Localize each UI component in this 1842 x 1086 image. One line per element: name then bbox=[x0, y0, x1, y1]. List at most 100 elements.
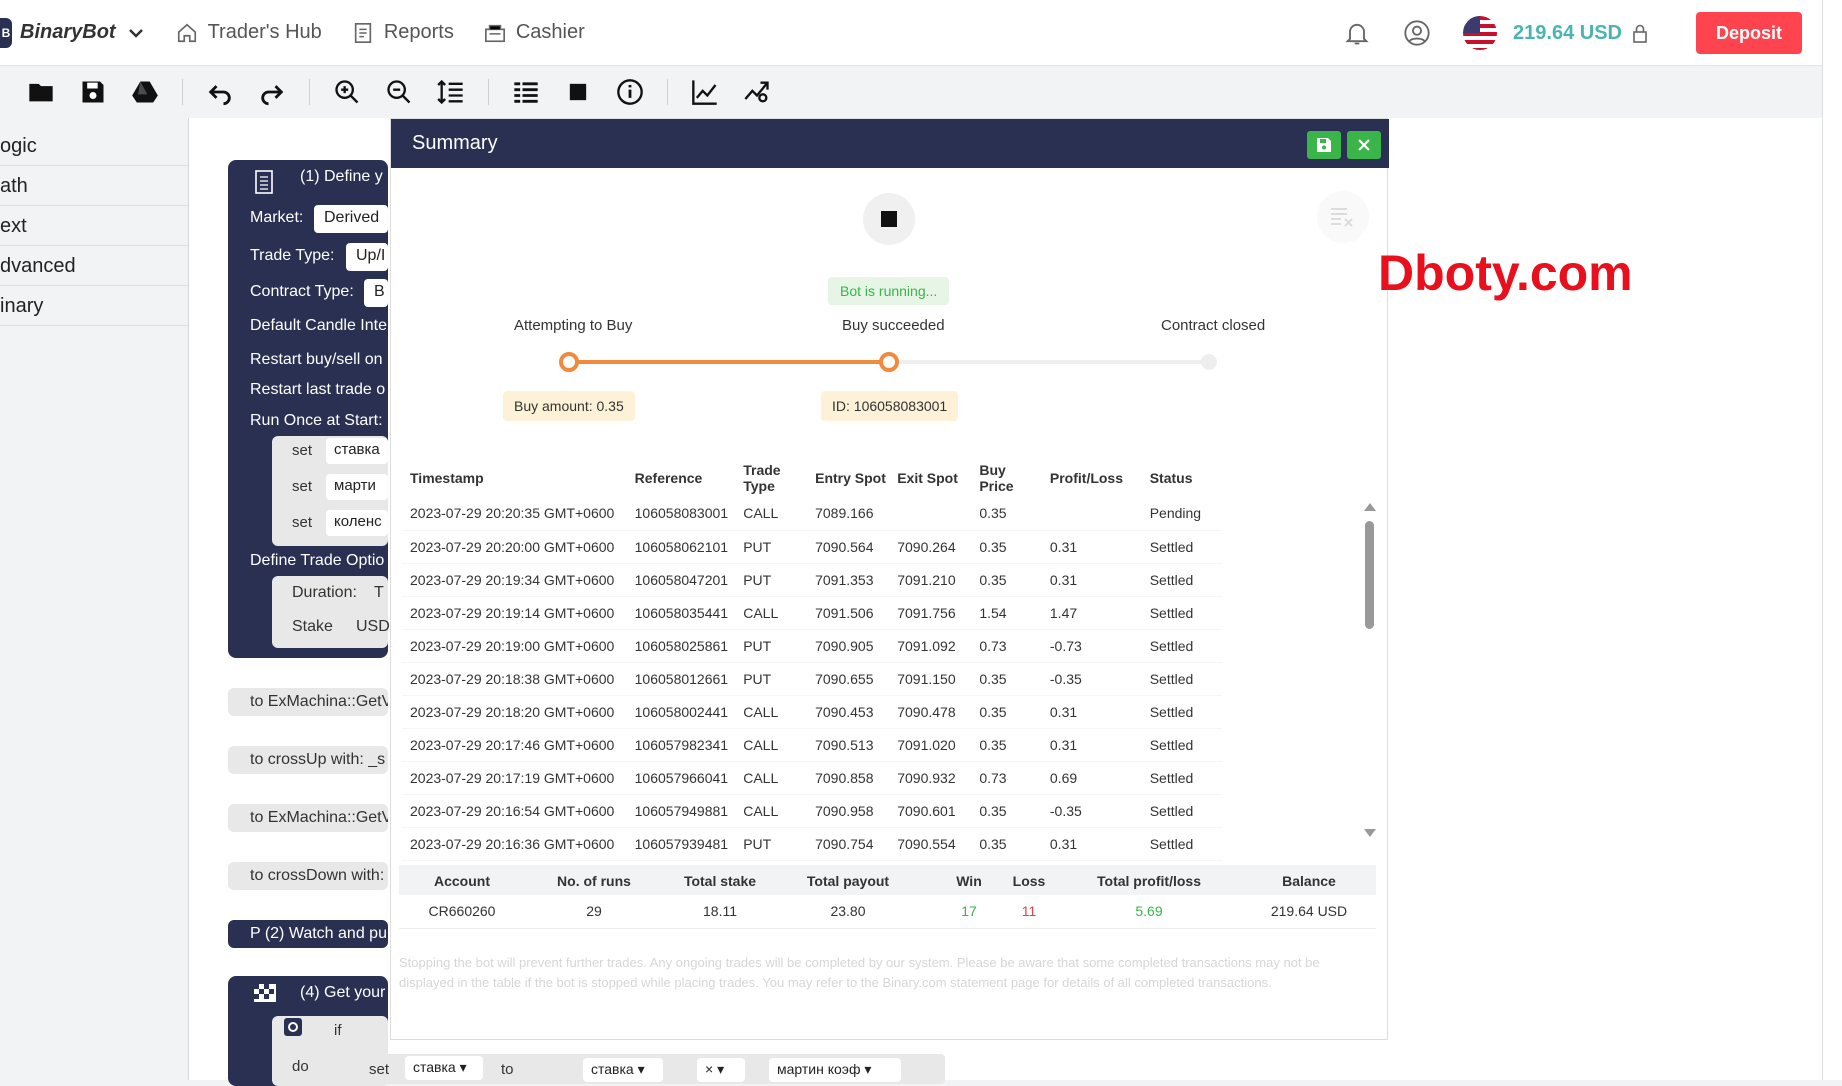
deposit-button[interactable]: Deposit bbox=[1696, 12, 1802, 54]
zoom-out-icon[interactable] bbox=[384, 77, 414, 107]
watch-and-purchase-block[interactable]: P (2) Watch and pu bbox=[228, 920, 388, 948]
chevron-down-icon[interactable] bbox=[126, 23, 146, 43]
table-row[interactable]: 2023-07-29 20:19:34 GMT+0600 106058047201… bbox=[402, 563, 1222, 597]
stop-bot-button[interactable] bbox=[863, 193, 915, 245]
open-folder-icon[interactable] bbox=[26, 77, 56, 107]
col-runs: No. of runs bbox=[557, 873, 631, 889]
nav-cashier[interactable]: Cashier bbox=[484, 21, 585, 44]
brand-menu[interactable]: B BinaryBot bbox=[0, 17, 146, 48]
toggle-logs-icon[interactable] bbox=[511, 77, 541, 107]
entry-spot-cell: 7090.905 bbox=[807, 629, 890, 663]
total-stake: 18.11 bbox=[703, 903, 737, 919]
scroll-up-arrow[interactable] bbox=[1364, 503, 1376, 511]
variable-dropdown[interactable]: ставка ▾ bbox=[405, 1056, 483, 1080]
info-icon[interactable] bbox=[615, 77, 645, 107]
chart-icon[interactable] bbox=[690, 77, 720, 107]
nav-reports[interactable]: Reports bbox=[352, 21, 454, 44]
trade-type-cell: PUT bbox=[735, 629, 808, 663]
trade-parameters-block[interactable]: (1) Define y Market: Derived Trade Type:… bbox=[228, 160, 390, 658]
gear-icon[interactable] bbox=[284, 1018, 302, 1036]
variable-dropdown[interactable]: ставка bbox=[326, 438, 388, 464]
exit-spot-cell: 7091.150 bbox=[889, 662, 972, 696]
scroll-down-arrow[interactable] bbox=[1364, 829, 1376, 837]
stop-icon[interactable] bbox=[563, 77, 593, 107]
col-status: Status bbox=[1149, 470, 1193, 486]
account-balance[interactable]: 219.64 USD bbox=[1513, 22, 1622, 45]
variable-dropdown[interactable]: марти bbox=[326, 474, 388, 500]
undo-icon[interactable] bbox=[205, 77, 235, 107]
table-row[interactable]: 2023-07-29 20:16:54 GMT+0600 106057949881… bbox=[402, 794, 1222, 828]
totals-table: Account No. of runs Total stake Total pa… bbox=[399, 865, 1376, 929]
user-icon[interactable] bbox=[1403, 19, 1431, 47]
buy-price-cell: 0.35 bbox=[971, 563, 1042, 597]
profit-loss-cell: 0.31 bbox=[1041, 695, 1142, 729]
restart-last-trade-label: Restart last trade o bbox=[250, 381, 386, 398]
status-cell: Settled bbox=[1141, 563, 1222, 597]
buy-price-cell: 0.35 bbox=[971, 662, 1042, 696]
set-keyword: set bbox=[369, 1061, 390, 1078]
profit-loss-cell: -0.35 bbox=[1041, 662, 1142, 696]
table-row[interactable]: 2023-07-29 20:16:36 GMT+0600 106057939481… bbox=[402, 827, 1222, 861]
buy-price-cell: 1.54 bbox=[971, 596, 1042, 630]
rearrange-icon[interactable] bbox=[436, 77, 466, 107]
table-row[interactable]: 2023-07-29 20:20:00 GMT+0600 106058062101… bbox=[402, 530, 1222, 564]
nav-label: Reports bbox=[383, 21, 454, 43]
download-button[interactable] bbox=[1307, 131, 1341, 159]
clear-stats-button[interactable] bbox=[1317, 191, 1369, 243]
toolbar-divider bbox=[309, 79, 310, 105]
trading-view-icon[interactable] bbox=[742, 77, 772, 107]
bell-icon[interactable] bbox=[1343, 19, 1371, 47]
contract-id-tag[interactable]: ID: 106058083001 bbox=[821, 391, 959, 421]
function-block[interactable]: to crossDown with: bbox=[228, 862, 388, 890]
scrollbar-thumb[interactable] bbox=[1365, 521, 1374, 629]
entry-spot-cell: 7090.655 bbox=[807, 662, 890, 696]
reports-icon bbox=[354, 22, 371, 43]
table-row[interactable]: 2023-07-29 20:19:14 GMT+0600 106058035441… bbox=[402, 596, 1222, 630]
timestamp-cell: 2023-07-29 20:19:00 GMT+0600 bbox=[402, 629, 627, 663]
status-cell: Pending bbox=[1141, 497, 1222, 531]
buy-price-cell: 0.35 bbox=[971, 530, 1042, 564]
category-logic[interactable]: ogic bbox=[0, 126, 188, 166]
category-advanced[interactable]: dvanced bbox=[0, 246, 188, 286]
buy-price-cell: 0.73 bbox=[971, 629, 1042, 663]
table-header-row: Timestamp Reference Trade Type Entry Spo… bbox=[402, 459, 1222, 497]
buy-price-cell: 0.73 bbox=[971, 761, 1042, 795]
nav-traders-hub[interactable]: Trader's Hub bbox=[176, 21, 322, 44]
table-row[interactable]: 2023-07-29 20:19:00 GMT+0600 106058025861… bbox=[402, 629, 1222, 663]
reference-cell: 106057949881 bbox=[626, 794, 736, 828]
profit-loss-cell: -0.35 bbox=[1041, 794, 1142, 828]
duration-value[interactable]: T bbox=[374, 584, 384, 602]
table-row[interactable]: 2023-07-29 20:18:38 GMT+0600 106058012661… bbox=[402, 662, 1222, 696]
category-text[interactable]: ext bbox=[0, 206, 188, 246]
function-block[interactable]: to crossUp with: _s bbox=[228, 746, 388, 774]
operator-dropdown[interactable]: × ▾ bbox=[697, 1058, 745, 1082]
redo-icon[interactable] bbox=[257, 77, 287, 107]
trade-type-dropdown[interactable]: Up/I bbox=[346, 243, 388, 271]
step-dot-succeeded bbox=[879, 352, 899, 372]
col-entry-spot: Entry Spot bbox=[815, 470, 886, 486]
table-row[interactable]: 2023-07-29 20:20:35 GMT+0600 106058083001… bbox=[402, 497, 1222, 531]
google-drive-icon[interactable] bbox=[130, 77, 160, 107]
function-block[interactable]: to ExMachina::GetV bbox=[228, 804, 388, 832]
variable-dropdown[interactable]: мартин коэф ▾ bbox=[769, 1058, 901, 1082]
table-row[interactable]: 2023-07-29 20:17:19 GMT+0600 106057966041… bbox=[402, 761, 1222, 795]
category-math[interactable]: ath bbox=[0, 166, 188, 206]
close-button[interactable] bbox=[1347, 131, 1381, 159]
variable-dropdown[interactable]: коленс bbox=[326, 510, 388, 536]
dialog-title: Summary bbox=[412, 132, 498, 154]
save-icon[interactable] bbox=[78, 77, 108, 107]
zoom-in-icon[interactable] bbox=[332, 77, 362, 107]
run-once-statements[interactable]: set ставка set марти set коленс bbox=[272, 436, 388, 546]
reference-cell: 106058012661 bbox=[626, 662, 736, 696]
totals-header-row: Account No. of runs Total stake Total pa… bbox=[399, 865, 1376, 895]
market-dropdown[interactable]: Derived bbox=[314, 205, 388, 233]
table-row[interactable]: 2023-07-29 20:17:46 GMT+0600 106057982341… bbox=[402, 728, 1222, 762]
category-binary[interactable]: inary bbox=[0, 286, 188, 326]
us-flag-icon[interactable] bbox=[1463, 16, 1498, 50]
stake-currency[interactable]: USD bbox=[356, 618, 390, 636]
variable-dropdown[interactable]: ставка ▾ bbox=[583, 1058, 663, 1082]
trade-options-block[interactable]: Duration: T Stake USD bbox=[272, 576, 390, 648]
function-block[interactable]: to ExMachina::GetV bbox=[228, 688, 388, 716]
contract-type-dropdown[interactable]: B bbox=[364, 279, 388, 307]
table-row[interactable]: 2023-07-29 20:18:20 GMT+0600 106058002441… bbox=[402, 695, 1222, 729]
